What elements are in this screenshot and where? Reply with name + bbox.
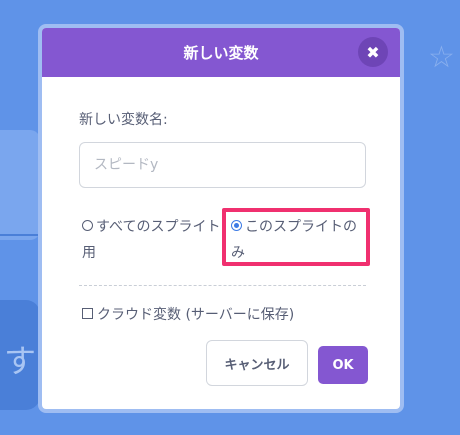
dialog-header: 新しい変数 ✖ [42, 28, 400, 77]
cancel-button[interactable]: キャンセル [206, 340, 308, 386]
highlight-box [222, 208, 370, 266]
close-button[interactable]: ✖ [358, 37, 388, 67]
ok-button[interactable]: OK [318, 346, 368, 384]
variable-name-input[interactable] [79, 142, 366, 188]
background-glyph: す [4, 342, 37, 380]
variable-name-label: 新しい変数名: [79, 112, 168, 128]
cloud-variable-label: クラウド変数 (サーバーに保存) [97, 307, 295, 323]
dialog-title: 新しい変数 [183, 44, 259, 62]
radio-unchecked-icon[interactable] [82, 219, 93, 231]
new-variable-dialog: 新しい変数 ✖ 新しい変数名: すべてのスプライト用 このスプライトのみ クラウ… [38, 24, 404, 413]
background-divider [0, 234, 40, 236]
star-icon: ☆ [428, 40, 455, 75]
background-panel [0, 130, 40, 240]
scope-option-label: すべてのスプライト用 [82, 219, 221, 261]
dashed-divider [79, 285, 366, 286]
checkbox-icon[interactable] [82, 307, 93, 319]
scope-option-all-sprites[interactable]: すべてのスプライト用 [82, 214, 232, 266]
close-icon: ✖ [366, 42, 380, 62]
cloud-variable-option[interactable]: クラウド変数 (サーバーに保存) [82, 304, 294, 324]
